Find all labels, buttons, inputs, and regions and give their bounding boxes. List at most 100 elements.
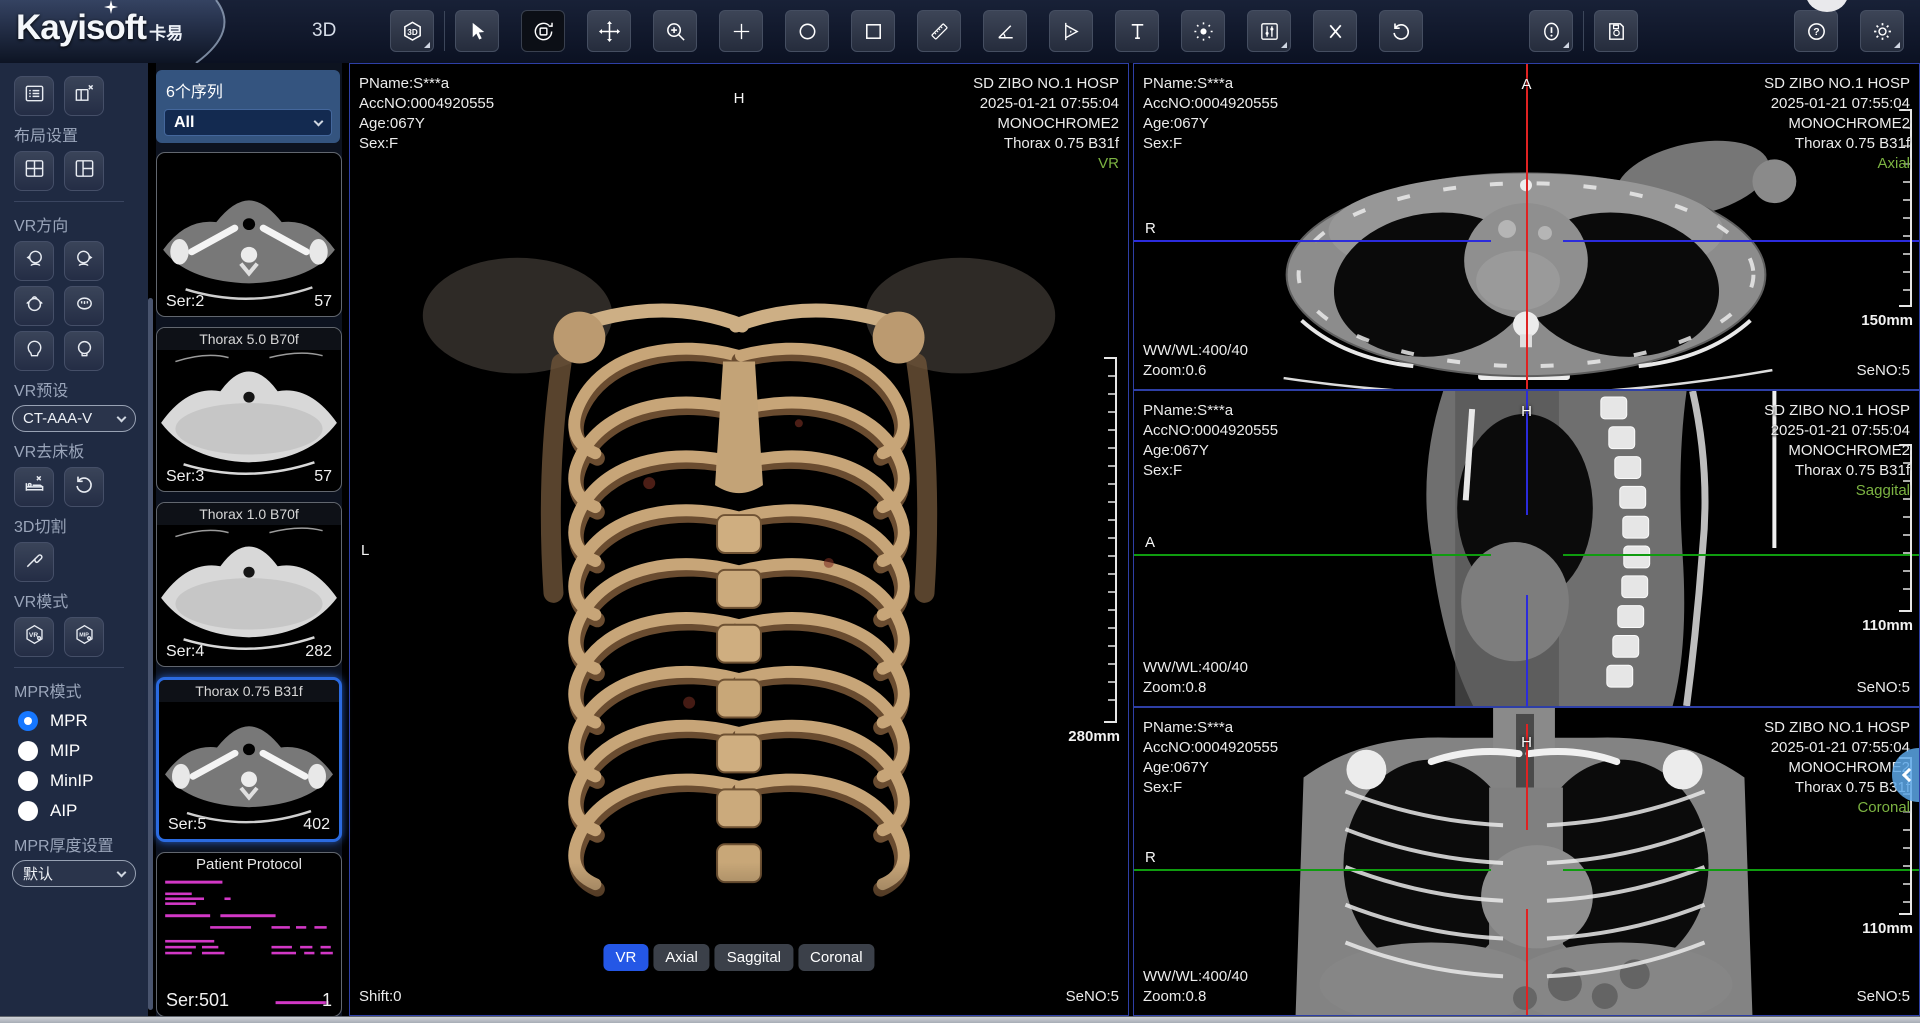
- remove-bed-button[interactable]: [14, 467, 54, 507]
- axial-viewport[interactable]: A R PName:S***aAccNO:0004920555 Age:067Y…: [1133, 63, 1920, 390]
- layout-list-button[interactable]: [14, 76, 54, 116]
- vr-view-button[interactable]: VR: [603, 944, 648, 971]
- chevron-down-icon: [117, 412, 127, 422]
- vr-head-back-button[interactable]: [64, 331, 104, 371]
- radio-icon[interactable]: [18, 771, 38, 791]
- dropdown-corner-icon: [1281, 42, 1287, 48]
- orientation-marker-head: H: [1521, 734, 1532, 751]
- crosshair-horizontal-line[interactable]: [1563, 869, 1920, 871]
- angle-tool-button[interactable]: [983, 10, 1027, 52]
- delete-tool-button[interactable]: [1313, 10, 1357, 52]
- vr-head-top-button[interactable]: [14, 286, 54, 326]
- radio-icon[interactable]: [18, 801, 38, 821]
- crosshair-tool-button[interactable]: [719, 10, 763, 52]
- cursor-tool-button[interactable]: [455, 10, 499, 52]
- saggital-view-button[interactable]: Saggital: [715, 944, 793, 971]
- series-thumbnail[interactable]: Ser:2 57: [156, 152, 342, 317]
- series-thumbnail[interactable]: Thorax 5.0 B70f Ser:3 57: [156, 327, 342, 492]
- window-zoom-info: WW/WL:400/40 Zoom:0.6: [1143, 341, 1248, 381]
- layout-close-button[interactable]: [64, 76, 104, 116]
- text-annotation-tool-button[interactable]: [1115, 10, 1159, 52]
- vr-head-bottom-button[interactable]: [64, 286, 104, 326]
- vr-head-left-button[interactable]: [14, 241, 54, 281]
- series-thumbnail-image: [157, 328, 341, 491]
- series-thumbnail-image: [157, 503, 341, 666]
- crosshair-horizontal-line[interactable]: [1134, 869, 1491, 871]
- window-zoom-info: WW/WL:400/40 Zoom:0.8: [1143, 658, 1248, 698]
- crosshair-horizontal-line[interactable]: [1134, 554, 1491, 556]
- series-count-label: 6个序列: [166, 78, 332, 102]
- crosshair-vertical-line[interactable]: [1526, 64, 1528, 389]
- series-number: Ser:2: [166, 293, 204, 311]
- crosshair-horizontal-line[interactable]: [1563, 554, 1920, 556]
- mpr-mode-option-aip[interactable]: AIP: [0, 796, 148, 826]
- mip-render-mode-button[interactable]: MIP: [64, 617, 104, 657]
- svg-text:3D: 3D: [407, 27, 418, 36]
- vr-skeleton-render: [350, 64, 1128, 1015]
- series-number: Ser:5: [168, 816, 206, 834]
- series-number-label: SeNO:5: [1857, 987, 1910, 1007]
- coronal-viewport[interactable]: H R PName:S***aAccNO:0004920555 Age:067Y…: [1133, 707, 1920, 1016]
- head-right-icon: [73, 247, 96, 275]
- rectangle-tool-button[interactable]: [851, 10, 895, 52]
- zoom-in-tool-button[interactable]: [653, 10, 697, 52]
- cobb-angle-tool-button[interactable]: [1049, 10, 1093, 52]
- series-filter-select[interactable]: All: [164, 109, 332, 136]
- crosshair-horizontal-line[interactable]: [1563, 240, 1920, 242]
- settings-tool-button[interactable]: [1860, 10, 1904, 52]
- series-filter-value: All: [174, 114, 194, 132]
- series-title: Patient Protocol: [157, 853, 341, 876]
- mpr-mode-option-mip[interactable]: MIP: [0, 736, 148, 766]
- series-thumbnail[interactable]: Patient Protocol Ser:501 1: [156, 852, 342, 1017]
- study-info: SD ZIBO NO.1 HOSP2025-01-21 07:55:04 MON…: [1764, 401, 1910, 501]
- ellipse-tool-button[interactable]: [785, 10, 829, 52]
- split-layout-button[interactable]: [64, 151, 104, 191]
- delete-icon: [1324, 20, 1347, 43]
- bed-reset-button[interactable]: [64, 467, 104, 507]
- grid-layout-button[interactable]: [14, 151, 54, 191]
- reset-tool-button[interactable]: [1379, 10, 1423, 52]
- help-tool-button[interactable]: ?: [1794, 10, 1838, 52]
- series-thumbnail[interactable]: Thorax 1.0 B70f Ser:4 282: [156, 502, 342, 667]
- patient-info: PName:S***aAccNO:0004920555 Age:067YSex:…: [1143, 74, 1278, 154]
- layout-section-label: 布局设置: [0, 122, 148, 146]
- toolbar-main: 3D: [390, 10, 1638, 52]
- bed-reset-icon: [73, 473, 96, 501]
- brightness-tool-button[interactable]: [1181, 10, 1225, 52]
- vr-head-right-button[interactable]: [64, 241, 104, 281]
- alert-tool-button[interactable]: [1529, 10, 1573, 52]
- left-sidebar: 布局设置 VR方向: [0, 63, 148, 1016]
- coronal-view-button[interactable]: Coronal: [798, 944, 875, 971]
- series-scrollbar[interactable]: [148, 298, 153, 1010]
- orientation-marker-head: H: [1521, 403, 1532, 420]
- crosshair-vertical-line[interactable]: [1526, 595, 1528, 706]
- ruler-tool-button[interactable]: [917, 10, 961, 52]
- series-number: Ser:501: [166, 990, 229, 1011]
- logo-suffix-text: 卡易: [149, 19, 183, 44]
- crosshair-vertical-line[interactable]: [1526, 909, 1528, 1015]
- orientation-marker-head: H: [734, 90, 745, 107]
- patient-info: PName:S***aAccNO:0004920555 Age:067YSex:…: [1143, 718, 1278, 798]
- vr-preset-select[interactable]: CT-AAA-V: [12, 405, 136, 432]
- window-level-tool-button[interactable]: [1247, 10, 1291, 52]
- mpr-mode-option-minip[interactable]: MinIP: [0, 766, 148, 796]
- scalpel-cut-button[interactable]: [14, 542, 54, 582]
- scale-label: 110mm: [1862, 617, 1913, 634]
- mpr-mode-option-mpr[interactable]: MPR: [0, 706, 148, 736]
- axial-view-button[interactable]: Axial: [653, 944, 710, 971]
- sagittal-viewport[interactable]: H A PName:S***aAccNO:0004920555 Age:067Y…: [1133, 390, 1920, 707]
- vr-render-mode-button[interactable]: VR: [14, 617, 54, 657]
- crosshair-horizontal-line[interactable]: [1134, 240, 1491, 242]
- vr-head-front-button[interactable]: [14, 331, 54, 371]
- radio-selected-icon[interactable]: [18, 711, 38, 731]
- mpr-thickness-select[interactable]: 默认: [12, 860, 136, 887]
- window-level-value: WW/WL:400/40: [1143, 658, 1248, 678]
- radio-icon[interactable]: [18, 741, 38, 761]
- view-3d-tool-button[interactable]: 3D: [390, 10, 434, 52]
- series-image-count: 282: [305, 643, 332, 661]
- series-thumbnail[interactable]: Thorax 0.75 B31f Ser:5 402: [156, 677, 342, 842]
- save-tool-button[interactable]: [1594, 10, 1638, 52]
- pan-tool-button[interactable]: [587, 10, 631, 52]
- vr-viewport[interactable]: H L PName:S***a AccNO:0004920555 Age:067…: [349, 63, 1129, 1016]
- rotate-3d-tool-button[interactable]: [521, 10, 565, 52]
